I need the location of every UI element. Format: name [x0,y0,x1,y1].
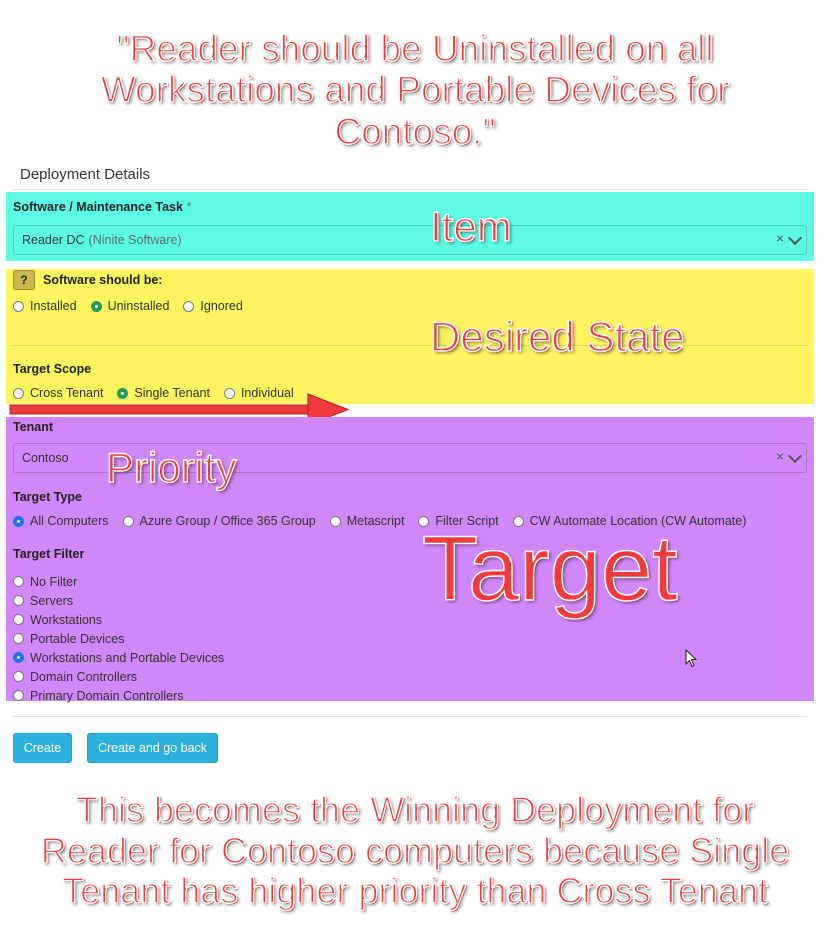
create-button[interactable]: Create [13,733,72,763]
mouse-cursor-icon [685,649,698,668]
state-label-row: ? Software should be: [13,270,162,290]
tenant-label: Tenant [13,420,54,434]
radio-portable-devices[interactable] [13,633,24,644]
type-option-azure-group[interactable]: Azure Group / Office 365 Group [122,514,316,528]
annotation-item: Item [429,202,512,251]
radio-installed[interactable] [13,300,24,312]
create-and-go-back-button[interactable]: Create and go back [87,733,218,763]
radio-metascript[interactable] [329,515,341,527]
type-option-label: All Computers [30,514,109,528]
radio-domain-controllers[interactable] [13,671,24,682]
state-option-uninstalled[interactable]: Uninstalled [90,299,170,313]
footer-divider [13,716,807,717]
radio-servers[interactable] [13,595,24,606]
section-title: Deployment Details [20,166,151,183]
software-value: Reader DC [22,233,85,247]
type-option-metascript[interactable]: Metascript [329,514,405,528]
scope-label: Target Scope [13,362,92,376]
state-divider [13,345,807,346]
radio-workstations[interactable] [13,614,24,625]
radio-primary-domain-controllers[interactable] [13,690,24,701]
filter-option-workstations-portable[interactable]: Workstations and Portable Devices [13,648,224,667]
radio-uninstalled[interactable] [90,300,102,312]
filter-option-label: Primary Domain Controllers [30,688,184,703]
state-options: Installed Uninstalled Ignored [13,299,257,313]
filter-option-servers[interactable]: Servers [13,591,224,610]
filter-option-workstations[interactable]: Workstations [13,610,224,629]
state-option-label: Ignored [200,299,243,313]
clear-icon[interactable]: × [776,448,784,464]
radio-ignored[interactable] [183,300,195,312]
arrow-shaft [9,404,316,415]
chevron-down-icon[interactable] [787,448,803,464]
filter-option-no-filter[interactable]: No Filter [13,572,224,591]
filter-label: Target Filter [13,547,85,561]
tenant-select-controls: × [776,448,803,464]
filter-option-portable-devices[interactable]: Portable Devices [13,629,224,648]
filter-option-primary-domain-controllers[interactable]: Primary Domain Controllers [13,686,224,705]
type-option-all-computers[interactable]: All Computers [13,514,109,528]
required-mark: * [186,200,192,214]
filter-option-label: Portable Devices [30,631,125,646]
state-label: Software should be: [43,273,163,287]
chevron-down-icon[interactable] [787,230,803,246]
type-option-label: Metascript [346,514,405,528]
filter-option-label: Domain Controllers [30,669,137,684]
radio-workstations-portable[interactable] [13,652,24,663]
annotation-quote-line-1: "Reader should be Uninstalled on all [116,27,715,70]
tenant-value: Contoso [22,451,69,465]
filter-option-label: No Filter [30,574,78,589]
filter-option-label: Servers [30,593,74,608]
software-label-text: Software / Maintenance Task [13,200,183,214]
annotation-desired-state: Desired State [429,312,685,361]
annotation-explanation-line-1: This becomes the Winning Deployment for [75,789,755,831]
type-label: Target Type [13,490,82,504]
annotation-explanation: This becomes the Winning Deployment for … [0,789,830,912]
software-select-controls: × [776,230,803,246]
annotation-priority: Priority [105,443,237,492]
filter-option-label: Workstations and Portable Devices [30,650,225,665]
annotation-quote-line-2: Workstations and Portable Devices for [100,69,730,112]
radio-all-computers[interactable] [13,515,24,527]
state-option-ignored[interactable]: Ignored [183,299,243,313]
filter-options: No Filter Servers Workstations Portable … [13,572,238,705]
annotation-quote-line-3: Contoso." [334,110,497,153]
software-label: Software / Maintenance Task * [13,200,191,214]
radio-no-filter[interactable] [13,576,24,587]
annotation-quote: "Reader should be Uninstalled on all Wor… [0,27,830,153]
help-icon[interactable]: ? [13,270,35,290]
state-option-label: Uninstalled [107,299,170,313]
type-option-label: Azure Group / Office 365 Group [139,514,316,528]
section-divider [12,189,808,190]
annotation-target: Target [421,517,678,621]
filter-option-domain-controllers[interactable]: Domain Controllers [13,667,224,686]
state-option-installed[interactable]: Installed [13,299,77,313]
annotation-explanation-line-2: Reader for Contoso computers because Sin… [40,829,790,871]
software-select[interactable]: Reader DC (Ninite Software) × [13,225,807,255]
clear-icon[interactable]: × [776,230,784,246]
cursor-shape [685,649,698,668]
annotation-explanation-line-3: Tenant has higher priority than Cross Te… [61,870,768,912]
radio-azure-group[interactable] [122,515,134,527]
state-option-label: Installed [30,299,77,313]
filter-option-label: Workstations [30,612,103,627]
software-suffix: (Ninite Software) [88,233,182,247]
